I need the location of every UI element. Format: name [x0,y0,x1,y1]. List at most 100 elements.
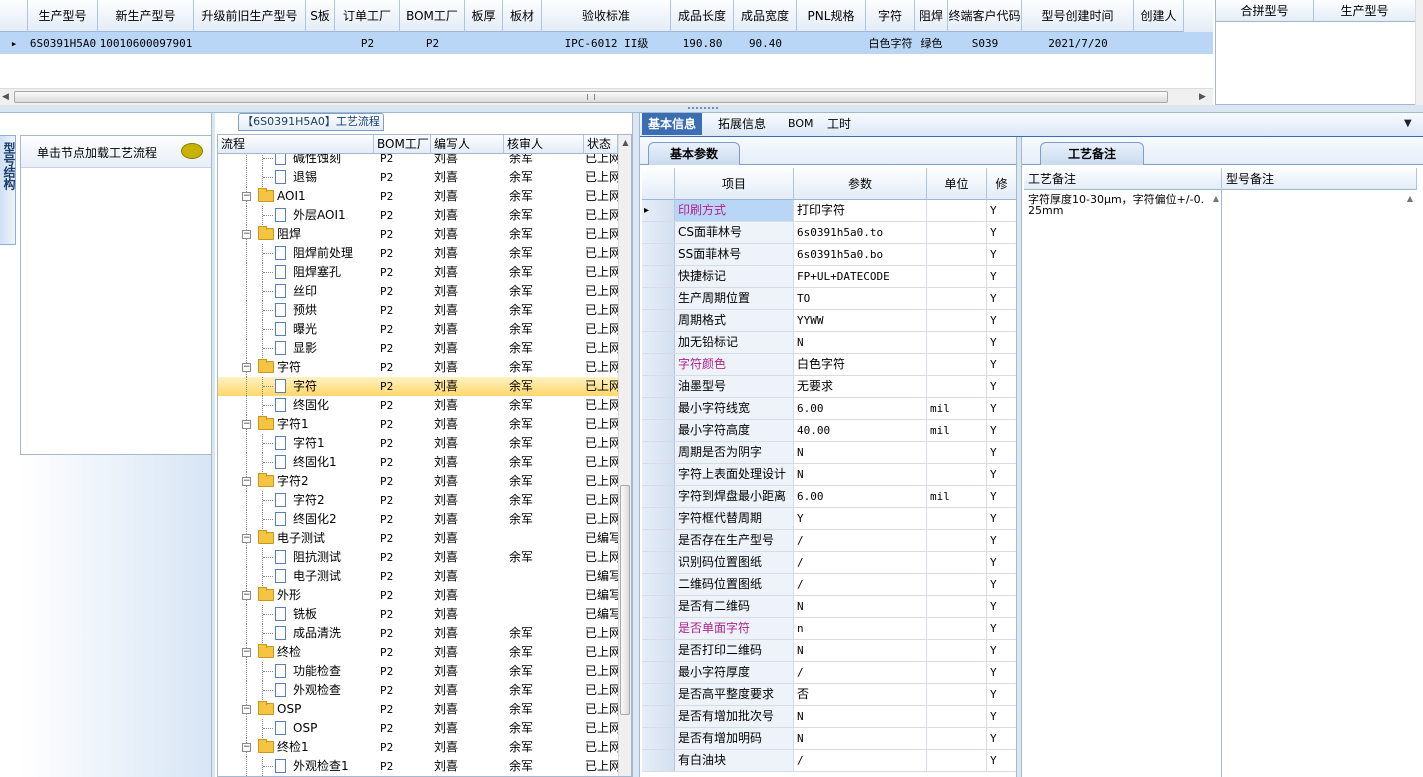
scroll-up-icon[interactable]: ▲ [619,137,631,149]
param-value-cell[interactable]: n [794,618,927,639]
param-value-cell[interactable]: YYWW [794,310,927,331]
process-row[interactable]: 功能检查 P2 刘喜 余军 已上网 [218,662,618,681]
process-row[interactable]: 成品清洗 P2 刘喜 余军 已上网 [218,624,618,643]
param-row[interactable]: 字符框代替周期 Y Y [642,508,1017,530]
speech-bubble-icon[interactable] [181,143,203,159]
param-row[interactable]: 是否有增加明码 N Y [642,728,1017,750]
process-row[interactable]: 终固化2 P2 刘喜 余军 已上网 [218,510,618,529]
process-row[interactable]: 碱性蚀刻 P2 刘喜 余军 已上网 [218,154,618,168]
process-col-2[interactable]: 编写人 [431,135,504,154]
param-value-cell[interactable]: 打印字符 [794,200,927,221]
params-grid-body[interactable]: ▸ 印刷方式 打印字符 Y CS面菲林号 6s0391h5a0.to Y SS面菲林号 6s03… [642,200,1017,777]
remarks-col-model[interactable]: 型号备注 [1222,168,1417,190]
model-note-field[interactable]: ▲ [1222,190,1417,777]
param-value-cell[interactable]: 无要求 [794,376,927,397]
top-grid-hscrollbar[interactable]: ◀ ▶ [0,88,1213,105]
left-splitter[interactable] [211,113,215,777]
collapse-toggle-icon[interactable]: − [242,477,251,486]
process-vscrollbar[interactable]: ▲ [618,135,631,776]
param-value-cell[interactable]: / [794,530,927,551]
collapse-toggle-icon[interactable]: − [242,648,251,657]
process-row[interactable]: − 电子测试 P2 刘喜 已编写 [218,529,618,548]
process-row[interactable]: − AOI1 P2 刘喜 余军 已上网 [218,187,618,206]
param-value-cell[interactable]: FP+UL+DATECODE [794,266,927,287]
process-vscroll-thumb[interactable] [620,485,630,715]
model-tree-area[interactable]: 单击节点加载工艺流程 [20,135,212,455]
param-value-cell[interactable]: N [794,464,927,485]
process-col-3[interactable]: 核审人 [504,135,584,154]
param-value-cell[interactable]: / [794,750,927,771]
subtab-process-remarks[interactable]: 工艺备注 [1040,142,1144,165]
collapse-toggle-icon[interactable]: − [242,420,251,429]
process-row[interactable]: 铣板 P2 刘喜 已编写 [218,605,618,624]
process-row[interactable]: 曝光 P2 刘喜 余军 已上网 [218,320,618,339]
process-row[interactable]: 阻焊前处理 P2 刘喜 余军 已上网 [218,244,618,263]
param-value-cell[interactable]: N [794,332,927,353]
param-row[interactable]: 是否打印二维码 N Y [642,640,1017,662]
process-row[interactable]: − 终检1 P2 刘喜 余军 已上网 [218,738,618,757]
process-row[interactable]: − 终检 P2 刘喜 余军 已上网 [218,643,618,662]
param-row[interactable]: 字符上表面处理设计 N Y [642,464,1017,486]
param-value-cell[interactable]: TO [794,288,927,309]
process-note-field[interactable]: 字符厚度10-30μm，字符偏位+/-0.25mm ▲ [1024,190,1222,777]
params-col-3[interactable]: 修 [987,168,1017,200]
process-row[interactable]: 外观检查 P2 刘喜 余军 已上网 [218,681,618,700]
param-value-cell[interactable]: 否 [794,684,927,705]
param-value-cell[interactable]: N [794,706,927,727]
collapse-toggle-icon[interactable]: − [242,534,251,543]
param-value-cell[interactable]: N [794,728,927,749]
process-row[interactable]: 阻抗测试 P2 刘喜 余军 已上网 [218,548,618,567]
top-grid-row[interactable]: ▸ 6S0391H5A0 10010600097901 P2 P2 IPC-6012 II… [0,0,1213,54]
vertical-tab-model-structure[interactable]: 型号结构 [0,135,16,245]
param-row[interactable]: 快捷标记 FP+UL+DATECODE Y [642,266,1017,288]
param-row[interactable]: 生产周期位置 TO Y [642,288,1017,310]
process-col-4[interactable]: 状态 [584,135,618,154]
process-tree[interactable]: 碱性蚀刻 P2 刘喜 余军 已上网 退锡 P2 刘喜 余军 已上网 − AOI1 P2 刘喜 余军 已上网 外层… [218,154,618,776]
process-row[interactable]: 外层AOI1 P2 刘喜 余军 已上网 [218,206,618,225]
tab-extended-info[interactable]: 拓展信息 [712,113,772,135]
param-row[interactable]: 字符到焊盘最小距离 6.00 mil Y [642,486,1017,508]
tab-dropdown-icon[interactable]: ▼ [1404,118,1412,129]
process-row[interactable]: 阻焊塞孔 P2 刘喜 余军 已上网 [218,263,618,282]
param-value-cell[interactable]: N [794,442,927,463]
param-row[interactable]: 最小字符高度 40.00 mil Y [642,420,1017,442]
param-value-cell[interactable]: 白色字符 [794,354,927,375]
param-row[interactable]: 是否高平整度要求否 Y [642,684,1017,706]
param-value-cell[interactable]: 6s0391h5a0.to [794,222,927,243]
process-row[interactable]: − OSP P2 刘喜 余军 已上网 [218,700,618,719]
param-value-cell[interactable]: 40.00 [794,420,927,441]
hscroll-thumb[interactable] [14,91,1168,103]
row-indicator[interactable]: ▸ [0,32,28,54]
collapse-toggle-icon[interactable]: − [242,363,251,372]
param-value-cell[interactable]: / [794,662,927,683]
process-row[interactable]: 外观检查1 P2 刘喜 余军 已上网 [218,757,618,776]
param-row[interactable]: 二维码位置图纸 / Y [642,574,1017,596]
process-row[interactable]: 字符 P2 刘喜 余军 已上网 [218,377,618,396]
process-row[interactable]: 电子测试 P2 刘喜 已编写 [218,567,618,586]
process-row[interactable]: 字符2 P2 刘喜 余军 已上网 [218,491,618,510]
params-col-1[interactable]: 参数 [794,168,927,200]
params-col-2[interactable]: 单位 [927,168,987,200]
param-value-cell[interactable]: N [794,596,927,617]
param-row[interactable]: 周期是否为阴字 N Y [642,442,1017,464]
params-col-0[interactable]: 项目 [675,168,794,200]
scroll-left-icon[interactable]: ◀ [2,92,9,102]
collapse-toggle-icon[interactable]: − [242,705,251,714]
tab-bom[interactable]: BOM [782,113,820,135]
param-row[interactable]: 是否单面字符 n Y [642,618,1017,640]
param-row[interactable]: 周期格式 YYWW Y [642,310,1017,332]
param-value-cell[interactable]: 6s0391h5a0.bo [794,244,927,265]
param-row[interactable]: 是否有二维码 N Y [642,596,1017,618]
process-row[interactable]: 退锡 P2 刘喜 余军 已上网 [218,168,618,187]
collapse-toggle-icon[interactable]: − [242,230,251,239]
process-row[interactable]: 终固化1 P2 刘喜 余军 已上网 [218,453,618,472]
param-value-cell[interactable]: Y [794,508,927,529]
param-value-cell[interactable]: 6.00 [794,486,927,507]
param-value-cell[interactable]: 6.00 [794,398,927,419]
param-row[interactable]: 识别码位置图纸 / Y [642,552,1017,574]
process-row[interactable]: 预烘 P2 刘喜 余军 已上网 [218,301,618,320]
param-row[interactable]: 是否有增加批次号 N Y [642,706,1017,728]
param-row[interactable]: CS面菲林号 6s0391h5a0.to Y [642,222,1017,244]
param-row[interactable]: 字符颜色 白色字符 Y [642,354,1017,376]
note-scroll-up-icon[interactable]: ▲ [1213,194,1219,203]
